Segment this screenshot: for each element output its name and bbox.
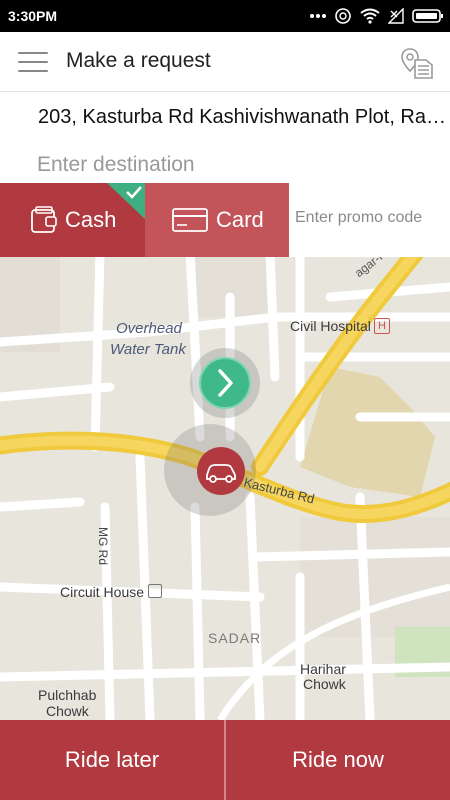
pickup-marker-button[interactable] [197,447,245,495]
promo-code-input[interactable] [295,209,447,227]
map-label-mg-rd: MG Rd [96,527,110,566]
app-header: Make a request [0,32,450,92]
card-label: Card [216,207,264,232]
chevron-right-icon [218,369,233,397]
location-list-button[interactable] [400,46,434,80]
alarm-icon [334,7,352,25]
destination-input[interactable] [37,153,437,177]
hospital-badge-icon: H [374,318,390,334]
destination-marker-button[interactable] [199,357,251,409]
cash-payment-button[interactable]: Cash [0,183,145,257]
status-time: 3:30PM [8,8,58,24]
wallet-icon [31,206,57,233]
hamburger-icon [18,52,48,54]
map-label-civil-hospital: Civil Hospital [290,318,371,334]
location-list-icon [401,48,433,79]
map-label-pulchhab-chowk: Chowk [46,703,89,719]
map-label-circuit-house: Circuit House [60,584,145,600]
destination-row [0,143,450,183]
wifi-icon [360,8,380,24]
card-payment-button[interactable]: Card [145,183,289,257]
ride-later-button[interactable]: Ride later [0,720,224,800]
more-dots-icon [310,13,326,19]
payment-row: Cash Card [0,183,450,257]
battery-icon [412,8,444,24]
car-icon [206,464,236,483]
map-label-water-tank: Water Tank [110,341,186,358]
bottom-action-bar: Ride later Ride now [0,720,450,800]
status-icons [310,6,444,26]
pickup-address-field[interactable]: 203, Kasturba Rd Kashivishwanath Plot, R… [0,93,450,143]
map-poi-icon [148,584,162,598]
map-view[interactable]: Overhead Water Tank Civil Hospital H aga… [0,257,450,720]
map-label-harihar-chowk: Chowk [303,676,346,692]
pickup-address: 203, Kasturba Rd Kashivishwanath Plot, R… [38,106,446,128]
map-label-overhead: Overhead [116,320,182,337]
map-label-pulchhab: Pulchhab [38,687,97,703]
map-label-sadar: SADAR [208,630,262,646]
no-signal-icon [388,8,404,24]
ride-now-button[interactable]: Ride now [226,720,450,800]
hamburger-menu-button[interactable] [18,49,48,75]
map-label-harihar: Harihar [300,661,346,677]
page-title: Make a request [66,49,211,72]
selected-check-icon [107,183,145,219]
credit-card-icon [172,208,208,232]
status-bar: 3:30PM [0,0,450,32]
